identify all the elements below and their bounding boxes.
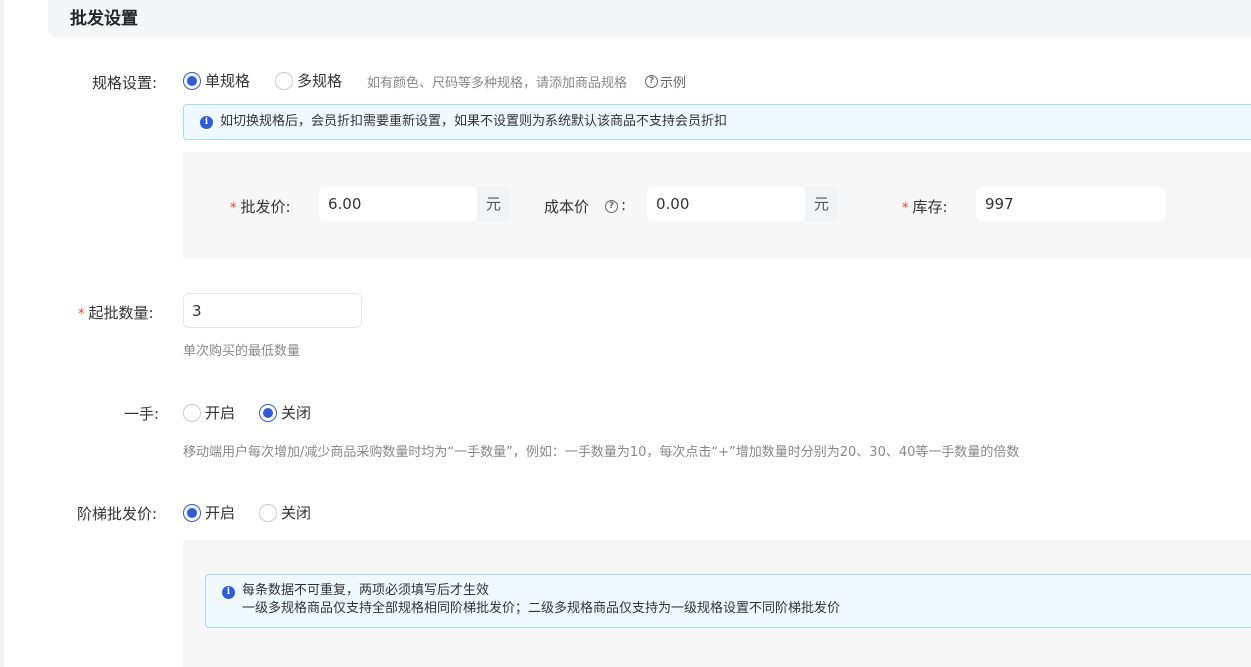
lot-on-radio[interactable]: 开启 (183, 402, 235, 423)
wholesale-price-label: * 批发价: (230, 198, 291, 216)
cost-price-label: 成本价 (544, 198, 590, 216)
stock-label: * 库存: (902, 198, 948, 216)
tier-alert: i 每条数据不可重复，两项必须填写后才生效 一级多规格商品仅支持全部规格相同阶梯… (205, 574, 1251, 628)
lot-label: 一手: (124, 405, 160, 423)
spec-alert: i 如切换规格后，会员折扣需要重新设置，如果不设置则为系统默认该商品不支持会员折… (183, 104, 1251, 140)
lot-off-radio[interactable]: 关闭 (259, 402, 311, 423)
spec-multi-label: 多规格 (297, 72, 343, 90)
section-title: 批发设置 (70, 9, 138, 29)
question-icon: ? (645, 75, 658, 88)
radio-checked-icon (259, 403, 277, 422)
spec-single-radio[interactable]: 单规格 (183, 70, 250, 91)
tier-on-label: 开启 (205, 504, 236, 522)
tier-alert-line1: 每条数据不可重复，两项必须填写后才生效 (242, 583, 490, 598)
cost-colon: : (621, 196, 627, 214)
info-icon: i (200, 116, 213, 129)
tier-off-label: 关闭 (281, 504, 312, 522)
left-edge (0, 0, 4, 667)
radio-unchecked-icon (259, 503, 277, 522)
tier-off-radio[interactable]: 关闭 (259, 502, 311, 523)
tier-alert-line2: 一级多规格商品仅支持全部规格相同阶梯批发价；二级多规格商品仅支持为一级规格设置不… (242, 601, 841, 616)
spec-label: 规格设置: (92, 74, 158, 92)
cost-help-icon[interactable]: ? (605, 200, 618, 213)
min-qty-input[interactable]: 3 (183, 293, 362, 328)
required-mark: * (230, 201, 237, 216)
required-mark: * (902, 201, 909, 216)
spec-hint: 如有颜色、尺码等多种规格，请添加商品规格 (367, 76, 628, 91)
lot-help: 移动端用户每次增加/减少商品采购数量时均为“一手数量”，例如：一手数量为10，每… (183, 445, 1020, 460)
min-qty-label: * 起批数量: (78, 304, 154, 322)
lot-off-label: 关闭 (281, 404, 312, 422)
required-mark: * (78, 307, 85, 322)
stock-input[interactable]: 997 (976, 187, 1166, 221)
spec-multi-radio[interactable]: 多规格 (275, 70, 342, 91)
tier-label: 阶梯批发价: (77, 505, 158, 523)
spec-alert-text: 如切换规格后，会员折扣需要重新设置，如果不设置则为系统默认该商品不支持会员折扣 (220, 114, 728, 129)
info-icon: i (222, 586, 235, 599)
min-qty-help: 单次购买的最低数量 (183, 344, 301, 359)
lot-on-label: 开启 (205, 404, 236, 422)
radio-unchecked-icon (275, 71, 293, 90)
tier-on-radio[interactable]: 开启 (183, 502, 235, 523)
radio-checked-icon (183, 503, 201, 522)
example-label: 示例 (660, 76, 687, 91)
cost-price-suffix: 元 (805, 187, 838, 221)
spec-example-link[interactable]: ? 示例 (645, 72, 686, 91)
wholesale-price-input[interactable]: 6.00 (319, 187, 477, 221)
cost-price-input[interactable]: 0.00 (647, 187, 805, 221)
radio-checked-icon (183, 71, 201, 90)
radio-unchecked-icon (183, 403, 201, 422)
spec-single-label: 单规格 (205, 72, 251, 90)
section-header (48, 0, 1251, 37)
wholesale-price-suffix: 元 (477, 187, 510, 221)
